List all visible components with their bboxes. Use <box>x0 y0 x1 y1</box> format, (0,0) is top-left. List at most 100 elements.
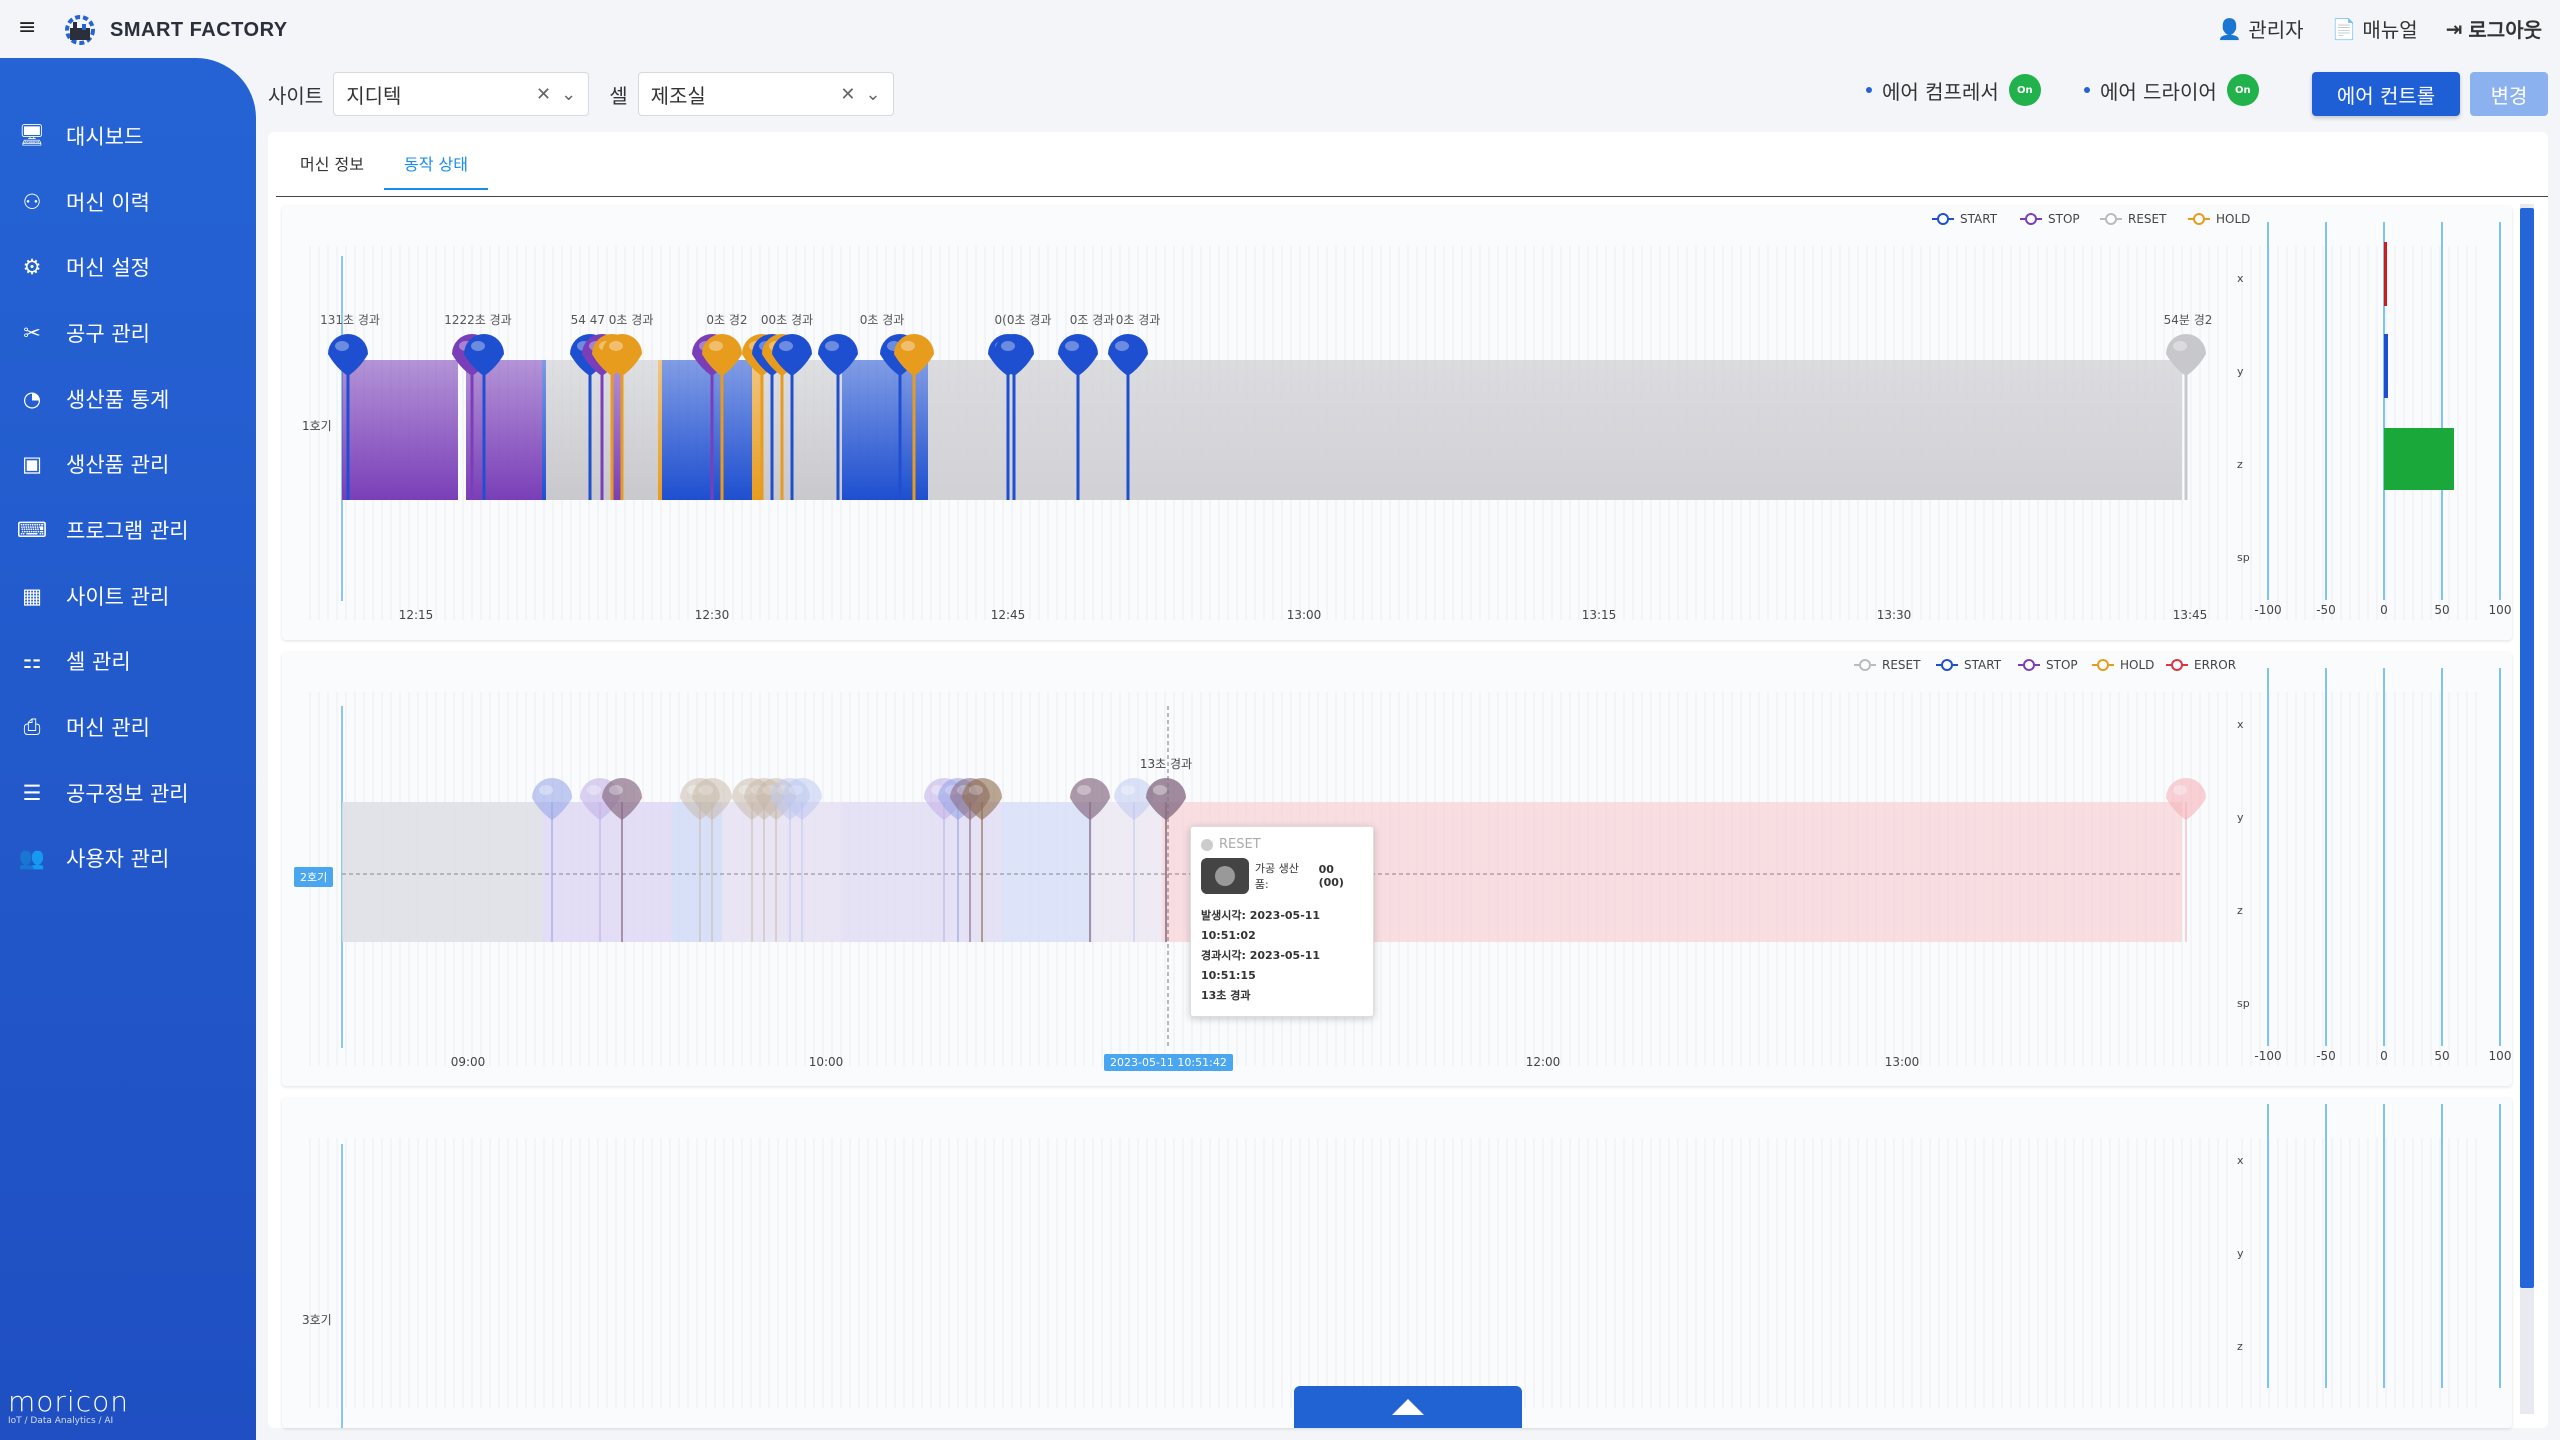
dryer-on-badge: On <box>2226 74 2259 106</box>
legend-marker <box>1941 659 1953 671</box>
bullet-icon <box>1866 87 1872 93</box>
sidebar-item-label: 생산품 통계 <box>66 387 170 412</box>
sidebar-item-label: 머신 이력 <box>66 190 150 215</box>
x-tick-label: 09:00 <box>451 1055 486 1069</box>
cell-select[interactable]: 제조실 ✕ ⌄ <box>637 72 894 116</box>
state-segment[interactable] <box>342 802 542 942</box>
side-axis-tick: -50 <box>2316 1049 2336 1063</box>
tab-bar: 머신 정보 동작 상태 <box>280 148 488 190</box>
site-label: 사이트 <box>268 83 324 108</box>
state-segment[interactable] <box>512 360 542 500</box>
change-button[interactable]: 변경 <box>2470 72 2548 116</box>
reset-dot-icon <box>1201 838 1213 851</box>
state-segment[interactable] <box>672 802 722 942</box>
compressor-status: 에어 컴프레서 On <box>1866 74 2041 106</box>
legend-marker <box>2171 659 2183 671</box>
legend-start[interactable]: START <box>1932 212 1998 226</box>
sidebar-item-10[interactable]: ☰ 공구정보 관리 <box>0 760 256 826</box>
legend-reset[interactable]: RESET <box>2100 212 2167 226</box>
factory-logo-icon <box>60 12 100 48</box>
sidebar-item-7[interactable]: ▦ 사이트 관리 <box>0 563 256 629</box>
legend-hold[interactable]: HOLD <box>2092 658 2154 672</box>
scroll-top-button[interactable] <box>1294 1386 1522 1428</box>
axis-row-label-x: x <box>2237 1154 2244 1167</box>
chevron-down-icon[interactable]: ⌄ <box>561 84 576 105</box>
legend-hold[interactable]: HOLD <box>2188 212 2250 226</box>
sidebar-item-1[interactable]: ⚇ 머신 이력 <box>0 169 256 235</box>
tab-operation-status[interactable]: 동작 상태 <box>383 148 488 190</box>
clear-icon[interactable]: ✕ <box>536 84 551 105</box>
sidebar-item-11[interactable]: 👥 사용자 관리 <box>0 826 256 892</box>
app-logo[interactable]: SMART FACTORY <box>60 10 288 50</box>
air-control-button[interactable]: 에어 컨트롤 <box>2312 72 2460 116</box>
x-tick-label: 13:15 <box>1582 608 1617 622</box>
sidebar-item-label: 머신 관리 <box>66 716 150 741</box>
sidebar-item-0[interactable]: 🖥 대시보드 <box>0 103 256 169</box>
sidebar-item-9[interactable]: ⎙ 머신 관리 <box>0 694 256 760</box>
state-segment[interactable] <box>622 360 658 500</box>
pin-highlight <box>1001 341 1015 351</box>
network-icon: ⚇ <box>22 189 42 214</box>
pin-highlight <box>471 341 485 351</box>
pin-highlight <box>539 785 553 795</box>
scrollbar-thumb[interactable] <box>2520 208 2534 1288</box>
pin-highlight <box>825 341 839 351</box>
pin-label: 0초 경과 <box>1116 313 1161 327</box>
caret-up-icon <box>1392 1399 1424 1415</box>
legend-start[interactable]: START <box>1936 658 2002 672</box>
state-segment[interactable] <box>842 802 1002 942</box>
pin-highlight <box>699 785 713 795</box>
admin-link[interactable]: 👤 관리자 <box>2217 14 2303 43</box>
timeline-svg: 1호기 x y z sp -100 -50 0 50 100 START STOP RESET HOLD 1… <box>302 212 2511 622</box>
x-value-bar <box>2384 242 2387 306</box>
state-segment[interactable] <box>658 360 662 500</box>
chevron-down-icon[interactable]: ⌄ <box>866 84 881 105</box>
state-segment[interactable] <box>762 360 842 500</box>
legend-label: START <box>1964 658 2002 672</box>
pin-highlight <box>1121 785 1135 795</box>
axis-row-label-z: z <box>2237 904 2243 917</box>
state-segment[interactable] <box>662 360 752 500</box>
sidebar-item-5[interactable]: ▣ 생산품 관리 <box>0 431 256 497</box>
logout-link[interactable]: ⇥ 로그아웃 <box>2446 14 2542 43</box>
side-axis-tick: 0 <box>2380 603 2388 617</box>
state-segment[interactable] <box>1092 802 1162 942</box>
cell-value: 제조실 <box>650 83 706 108</box>
x-tick-label: 12:15 <box>399 608 434 622</box>
legend-marker <box>2025 213 2037 225</box>
product-thumbnail <box>1201 858 1249 894</box>
clear-icon[interactable]: ✕ <box>840 84 855 105</box>
legend-stop[interactable]: STOP <box>2018 658 2078 672</box>
sidebar-item-6[interactable]: ⌨ 프로그램 관리 <box>0 497 256 563</box>
sidebar-item-label: 대시보드 <box>66 124 144 149</box>
tab-divider <box>276 196 2548 197</box>
legend-marker <box>2105 213 2117 225</box>
sidebar-item-4[interactable]: ◔ 생산품 통계 <box>0 366 256 432</box>
pin-label: 0조 경과 <box>1070 313 1115 327</box>
hamburger-menu-icon[interactable]: ≡ <box>18 17 40 39</box>
state-segment[interactable] <box>542 360 546 500</box>
tooltip-title: RESET <box>1201 837 1363 852</box>
axis-row-label-x: x <box>2237 272 2244 285</box>
machine-icon: ⎙ <box>23 714 41 739</box>
manual-label: 매뉴얼 <box>2362 18 2418 42</box>
tab-machine-info[interactable]: 머신 정보 <box>280 148 384 190</box>
state-segment[interactable] <box>722 802 842 942</box>
legend-marker <box>2097 659 2109 671</box>
axis-row-label-z: z <box>2237 458 2243 471</box>
sidebar-item-3[interactable]: ✂ 공구 관리 <box>0 300 256 366</box>
pin-highlight <box>1065 341 1079 351</box>
sidebar-item-2[interactable]: ⚙ 머신 설정 <box>0 234 256 300</box>
cell-label: 셀 <box>609 83 628 108</box>
state-segment[interactable] <box>542 802 672 942</box>
state-segment[interactable] <box>342 360 458 500</box>
legend-stop[interactable]: STOP <box>2020 212 2080 226</box>
x-tick-label: 10:00 <box>809 1055 844 1069</box>
site-select[interactable]: 지디텍 ✕ ⌄ <box>333 72 590 116</box>
pin-highlight <box>709 341 723 351</box>
manual-link[interactable]: 📄 매뉴얼 <box>2332 14 2418 43</box>
state-segment[interactable] <box>1002 802 1092 942</box>
legend-reset[interactable]: RESET <box>1854 658 1921 672</box>
legend-error[interactable]: ERROR <box>2166 658 2236 672</box>
sidebar-item-8[interactable]: ⚏ 셀 관리 <box>0 629 256 695</box>
